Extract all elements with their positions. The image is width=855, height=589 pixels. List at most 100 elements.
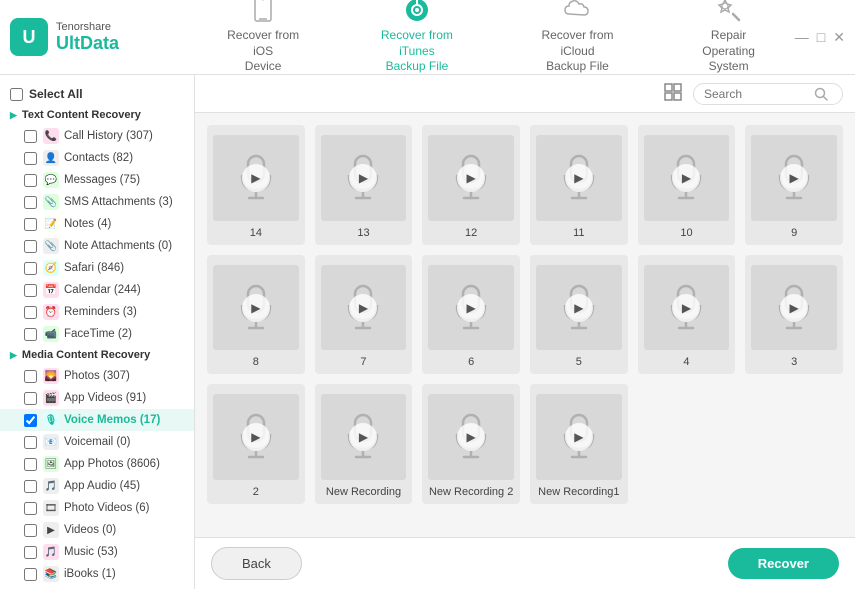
tab-repair[interactable]: Repair OperatingSystem <box>672 0 784 86</box>
cb-ibooks[interactable] <box>24 568 37 581</box>
sidebar-item-voicemail[interactable]: 📧 Voicemail (0) <box>0 431 194 453</box>
recording-item[interactable]: ▶ 7 <box>315 255 413 375</box>
recording-item[interactable]: ▶ 11 <box>530 125 628 245</box>
cb-voice-memos[interactable] <box>24 414 37 427</box>
recording-item[interactable]: ▶ New Recording 2 <box>422 384 520 504</box>
sidebar-item-reminders[interactable]: ⏰ Reminders (3) <box>0 301 194 323</box>
cb-photos[interactable] <box>24 370 37 383</box>
sidebar-item-facetime[interactable]: 📹 FaceTime (2) <box>0 323 194 345</box>
app-videos-label: App Videos (91) <box>64 392 146 404</box>
minimize-button[interactable]: — <box>795 29 809 45</box>
play-button[interactable]: ▶ <box>780 164 808 192</box>
cb-call-history[interactable] <box>24 130 37 143</box>
recording-label: 14 <box>250 227 262 239</box>
recover-button[interactable]: Recover <box>728 548 839 579</box>
tab-itunes[interactable]: Recover from iTunesBackup File <box>351 0 482 86</box>
sidebar-item-ibooks[interactable]: 📚 iBooks (1) <box>0 563 194 585</box>
cb-messages[interactable] <box>24 174 37 187</box>
messages-icon: 💬 <box>43 172 59 188</box>
search-input[interactable] <box>704 87 814 101</box>
cb-music[interactable] <box>24 546 37 559</box>
cb-safari[interactable] <box>24 262 37 275</box>
play-button[interactable]: ▶ <box>457 423 485 451</box>
cb-photo-videos[interactable] <box>24 502 37 515</box>
tab-icloud[interactable]: Recover from iCloudBackup File <box>513 0 643 86</box>
sidebar-item-photo-videos[interactable]: 🎞 Photo Videos (6) <box>0 497 194 519</box>
music-icon: 🎵 <box>43 544 59 560</box>
play-button[interactable]: ▶ <box>565 423 593 451</box>
recording-thumb: ▶ <box>321 135 407 221</box>
facetime-icon: 📹 <box>43 326 59 342</box>
cb-app-audio[interactable] <box>24 480 37 493</box>
play-button[interactable]: ▶ <box>457 164 485 192</box>
recordings-grid-scroll: ▶ 14 ▶ 13 <box>195 113 855 537</box>
play-button[interactable]: ▶ <box>349 294 377 322</box>
sidebar-item-music[interactable]: 🎵 Music (53) <box>0 541 194 563</box>
sidebar-item-messages[interactable]: 💬 Messages (75) <box>0 169 194 191</box>
recording-item[interactable]: ▶ 12 <box>422 125 520 245</box>
cb-calendar[interactable] <box>24 284 37 297</box>
sidebar-item-voice-memos[interactable]: 🎙 Voice Memos (17) <box>0 409 194 431</box>
sidebar-item-calendar[interactable]: 📅 Calendar (244) <box>0 279 194 301</box>
recording-item[interactable]: ▶ 5 <box>530 255 628 375</box>
recording-item[interactable]: ▶ 9 <box>745 125 843 245</box>
play-button[interactable]: ▶ <box>242 294 270 322</box>
sidebar-item-app-videos[interactable]: 🎬 App Videos (91) <box>0 387 194 409</box>
group-media-content[interactable]: ▶ Media Content Recovery <box>0 345 194 365</box>
select-all[interactable]: Select All <box>0 83 194 105</box>
recording-thumb: ▶ <box>428 394 514 480</box>
play-button[interactable]: ▶ <box>349 423 377 451</box>
sidebar-item-notes[interactable]: 📝 Notes (4) <box>0 213 194 235</box>
play-button[interactable]: ▶ <box>242 164 270 192</box>
recording-item[interactable]: ▶ 13 <box>315 125 413 245</box>
sidebar-item-note-attachments[interactable]: 📎 Note Attachments (0) <box>0 235 194 257</box>
play-button[interactable]: ▶ <box>242 423 270 451</box>
tab-repair-label: Repair OperatingSystem <box>684 28 772 75</box>
sidebar-item-app-photos[interactable]: 🖼 App Photos (8606) <box>0 453 194 475</box>
sidebar-item-call-history[interactable]: 📞 Call History (307) <box>0 125 194 147</box>
recording-item[interactable]: ▶ 3 <box>745 255 843 375</box>
cb-videos[interactable] <box>24 524 37 537</box>
recording-item[interactable]: ▶ 6 <box>422 255 520 375</box>
cb-notes[interactable] <box>24 218 37 231</box>
sidebar-item-app-audio[interactable]: 🎵 App Audio (45) <box>0 475 194 497</box>
back-button[interactable]: Back <box>211 547 302 580</box>
grid-view-button[interactable] <box>663 82 683 105</box>
select-all-checkbox[interactable] <box>10 88 23 101</box>
sidebar-item-videos[interactable]: ▶ Videos (0) <box>0 519 194 541</box>
cb-reminders[interactable] <box>24 306 37 319</box>
cb-facetime[interactable] <box>24 328 37 341</box>
play-button[interactable]: ▶ <box>565 164 593 192</box>
recording-item[interactable]: ▶ 4 <box>638 255 736 375</box>
close-button[interactable]: ✕ <box>833 29 845 46</box>
tab-ios[interactable]: Recover from iOSDevice <box>205 0 321 86</box>
cb-app-videos[interactable] <box>24 392 37 405</box>
play-button[interactable]: ▶ <box>565 294 593 322</box>
cb-app-photos[interactable] <box>24 458 37 471</box>
sidebar-item-contacts[interactable]: 👤 Contacts (82) <box>0 147 194 169</box>
recording-item[interactable]: ▶ 14 <box>207 125 305 245</box>
play-button[interactable]: ▶ <box>672 164 700 192</box>
play-button[interactable]: ▶ <box>349 164 377 192</box>
sidebar-item-sms-attachments[interactable]: 📎 SMS Attachments (3) <box>0 191 194 213</box>
recording-item[interactable]: ▶ 10 <box>638 125 736 245</box>
play-button[interactable]: ▶ <box>457 294 485 322</box>
sidebar-item-photos[interactable]: 🌄 Photos (307) <box>0 365 194 387</box>
play-button[interactable]: ▶ <box>672 294 700 322</box>
cb-voicemail[interactable] <box>24 436 37 449</box>
recording-label: 4 <box>683 356 689 368</box>
recording-label: 3 <box>791 356 797 368</box>
cb-sms-attachments[interactable] <box>24 196 37 209</box>
recording-item[interactable]: ▶ 2 <box>207 384 305 504</box>
recording-item[interactable]: ▶ New Recording1 <box>530 384 628 504</box>
restore-button[interactable]: □ <box>817 29 825 45</box>
group-app-data[interactable]: ▶ App Data Recovery <box>0 585 194 589</box>
bottom-bar: Back Recover <box>195 537 855 589</box>
recording-item[interactable]: ▶ New Recording <box>315 384 413 504</box>
sidebar-item-safari[interactable]: 🧭 Safari (846) <box>0 257 194 279</box>
recording-item[interactable]: ▶ 8 <box>207 255 305 375</box>
group-text-content[interactable]: ▶ Text Content Recovery <box>0 105 194 125</box>
cb-note-attachments[interactable] <box>24 240 37 253</box>
cb-contacts[interactable] <box>24 152 37 165</box>
play-button[interactable]: ▶ <box>780 294 808 322</box>
